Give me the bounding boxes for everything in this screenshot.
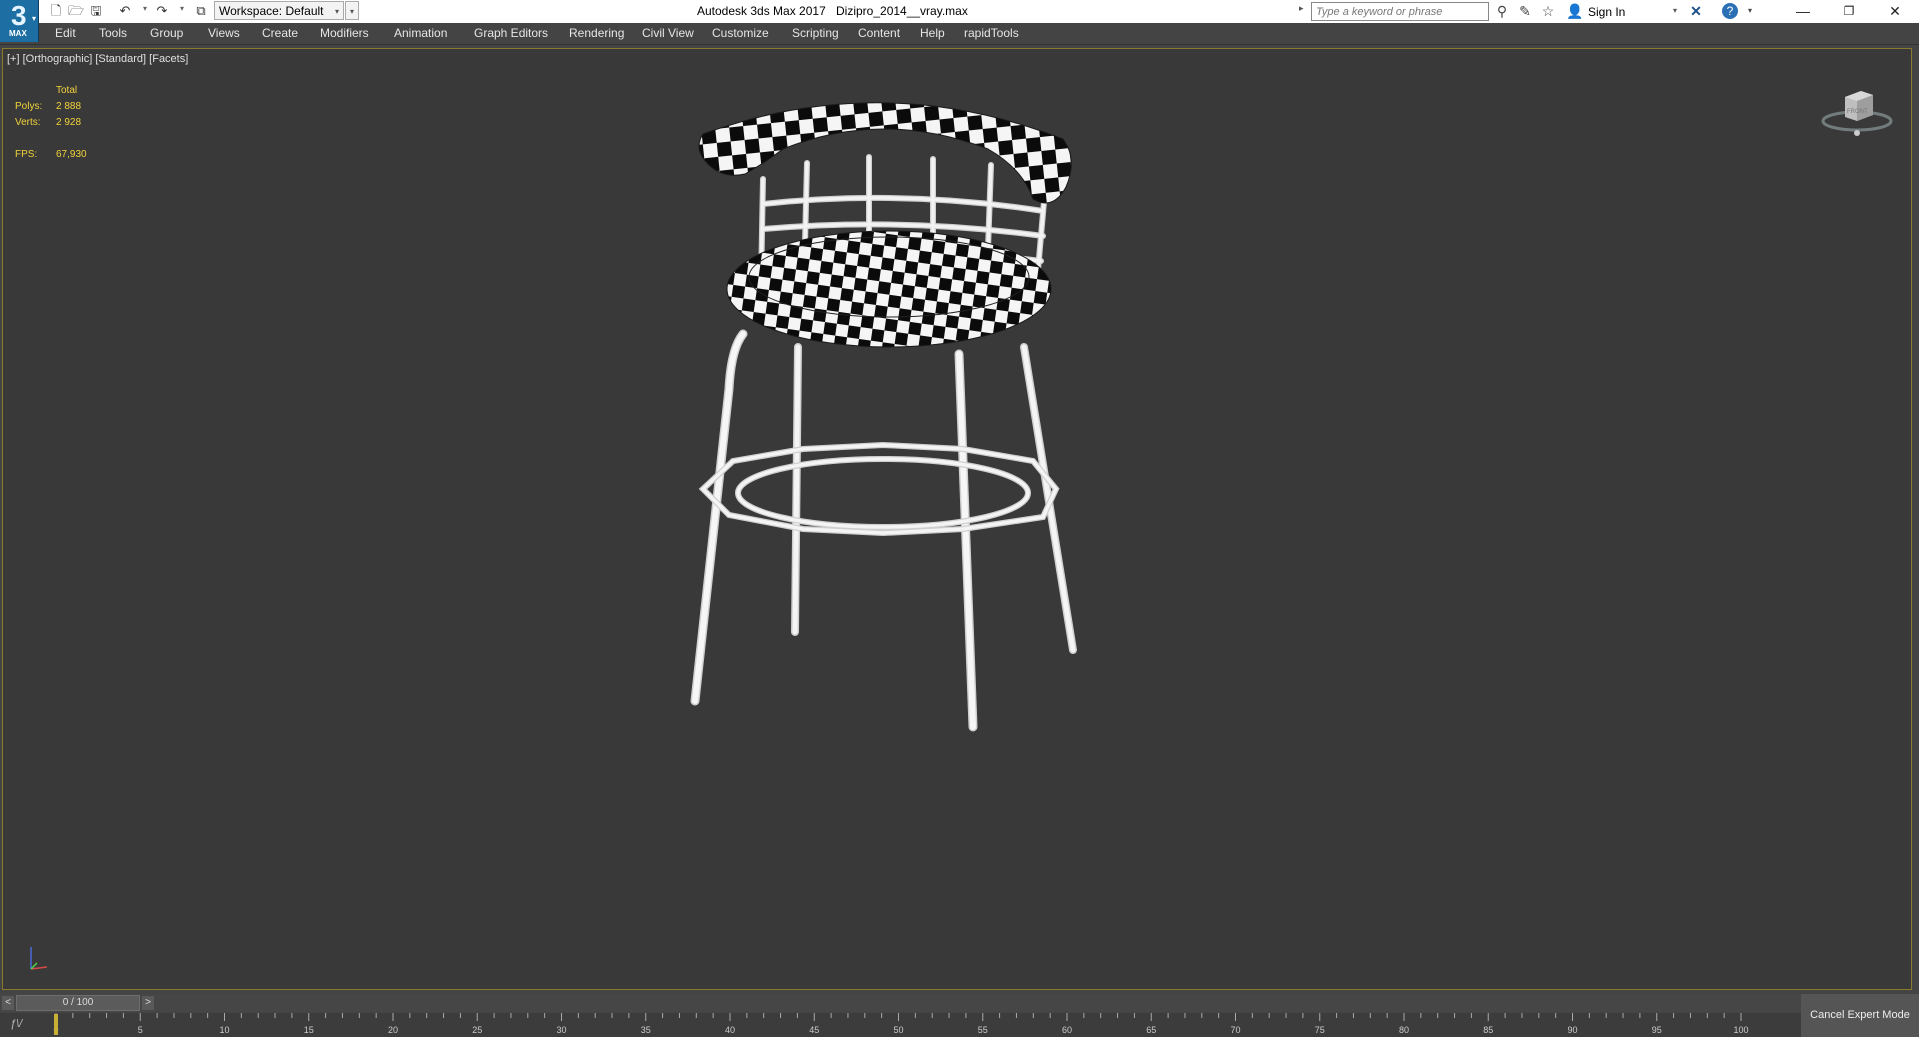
project-folder-icon[interactable]: ⧉ — [192, 3, 210, 19]
menu-animation[interactable]: Animation — [394, 26, 447, 40]
track-tick-label: 45 — [809, 1025, 819, 1035]
menu-create[interactable]: Create — [262, 26, 298, 40]
menu-rapidtools[interactable]: rapidTools — [964, 26, 1019, 40]
track-tick-label: 100 — [1733, 1025, 1748, 1035]
track-tick-label: 10 — [219, 1025, 229, 1035]
file-title: Dizipro_2014__vray.max — [836, 4, 968, 18]
menu-group[interactable]: Group — [150, 26, 183, 40]
redo-dropdown-icon[interactable]: ▾ — [180, 4, 184, 13]
sign-in-button[interactable]: Sign In — [1588, 5, 1625, 19]
track-tick-label: 55 — [978, 1025, 988, 1035]
customize-quick-access-icon[interactable]: ▾ — [345, 1, 359, 20]
menu-rendering[interactable]: Rendering — [569, 26, 624, 40]
track-tick-label: 75 — [1315, 1025, 1325, 1035]
menu-bar: Edit Tools Group Views Create Modifiers … — [0, 23, 1919, 45]
time-slider-previous-button[interactable]: < — [2, 996, 14, 1010]
track-tick-label: 60 — [1062, 1025, 1072, 1035]
binoculars-icon[interactable]: ⚲ — [1493, 2, 1511, 20]
time-slider-thumb[interactable]: 0 / 100 — [16, 995, 140, 1011]
track-tick-label: 50 — [893, 1025, 903, 1035]
time-slider[interactable]: < 0 / 100 > — [0, 994, 1919, 1012]
menu-modifiers[interactable]: Modifiers — [320, 26, 369, 40]
track-tick-label: 35 — [641, 1025, 651, 1035]
undo-dropdown-icon[interactable]: ▾ — [143, 4, 147, 13]
close-window-icon[interactable]: ✕ — [1872, 0, 1918, 23]
track-ruler[interactable]: 0510152025303540455055606570758085909510… — [0, 1013, 1800, 1037]
chevron-down-icon: ▾ — [334, 7, 339, 16]
track-tick-label: 30 — [556, 1025, 566, 1035]
redo-icon[interactable]: ↷ — [153, 3, 171, 19]
track-tick-label: 15 — [304, 1025, 314, 1035]
track-tick-label: 85 — [1483, 1025, 1493, 1035]
menu-content[interactable]: Content — [858, 26, 900, 40]
application-menu-button[interactable]: 3 MAX ▾ — [0, 0, 39, 42]
menu-tools[interactable]: Tools — [99, 26, 127, 40]
menu-customize[interactable]: Customize — [712, 26, 769, 40]
open-file-icon[interactable]: 🗁 — [67, 3, 85, 19]
workspace-label: Workspace: Default — [219, 4, 324, 18]
current-frame-marker[interactable] — [54, 1014, 58, 1035]
track-tick-label: 40 — [725, 1025, 735, 1035]
help-icon[interactable]: ? — [1722, 3, 1738, 19]
track-tick-label: 90 — [1567, 1025, 1577, 1035]
perspective-viewport[interactable]: [+] [Orthographic] [Standard] [Facets] T… — [2, 48, 1912, 990]
menu-edit[interactable]: Edit — [55, 26, 76, 40]
user-icon[interactable]: 👤 — [1566, 2, 1584, 20]
menu-views[interactable]: Views — [208, 26, 240, 40]
undo-icon[interactable]: ↶ — [116, 3, 134, 19]
chevron-down-icon[interactable]: ▾ — [1673, 6, 1677, 15]
track-tick-label: 95 — [1652, 1025, 1662, 1035]
workspace-dropdown[interactable]: Workspace: Default ▾ — [214, 1, 344, 20]
track-tick-label: 25 — [472, 1025, 482, 1035]
minimize-window-icon[interactable]: — — [1780, 0, 1826, 23]
menu-scripting[interactable]: Scripting — [792, 26, 839, 40]
search-expand-icon[interactable]: ▸ — [1299, 3, 1304, 14]
bar-stool-model[interactable] — [3, 49, 1911, 989]
cancel-expert-mode-button[interactable]: Cancel Expert Mode — [1801, 994, 1919, 1037]
menu-help[interactable]: Help — [920, 26, 945, 40]
app-title: Autodesk 3ds Max 2017 — [697, 4, 826, 18]
time-slider-next-button[interactable]: > — [142, 996, 154, 1010]
track-tick-label: 5 — [138, 1025, 143, 1035]
help-dropdown-icon[interactable]: ▾ — [1741, 2, 1759, 20]
track-bar[interactable]: ƒ\/ 051015202530354045505560657075808590… — [0, 1013, 1919, 1037]
exchange-apps-icon[interactable]: ✕ — [1687, 2, 1705, 20]
save-file-icon[interactable]: 🖫 — [87, 3, 105, 19]
track-tick-label: 65 — [1146, 1025, 1156, 1035]
search-input[interactable] — [1311, 2, 1489, 21]
max-logo-text: MAX — [9, 29, 27, 38]
track-tick-label: 20 — [388, 1025, 398, 1035]
favorites-star-icon[interactable]: ☆ — [1539, 2, 1557, 20]
chevron-down-icon: ▾ — [31, 14, 36, 23]
menu-graph-editors[interactable]: Graph Editors — [474, 26, 548, 40]
max-logo-number: 3 — [11, 0, 27, 31]
track-tick-label: 70 — [1230, 1025, 1240, 1035]
title-bar: 3 MAX ▾ 🗋 🗁 🖫 ↶ ▾ ↷ ▾ ⧉ Workspace: Defau… — [0, 0, 1919, 42]
restore-window-icon[interactable]: ❐ — [1826, 0, 1872, 23]
track-tick-label: 80 — [1399, 1025, 1409, 1035]
new-scene-icon[interactable]: 🗋 — [47, 3, 65, 19]
menu-civil-view[interactable]: Civil View — [642, 26, 694, 40]
communication-center-icon[interactable]: ✎ — [1516, 2, 1534, 20]
